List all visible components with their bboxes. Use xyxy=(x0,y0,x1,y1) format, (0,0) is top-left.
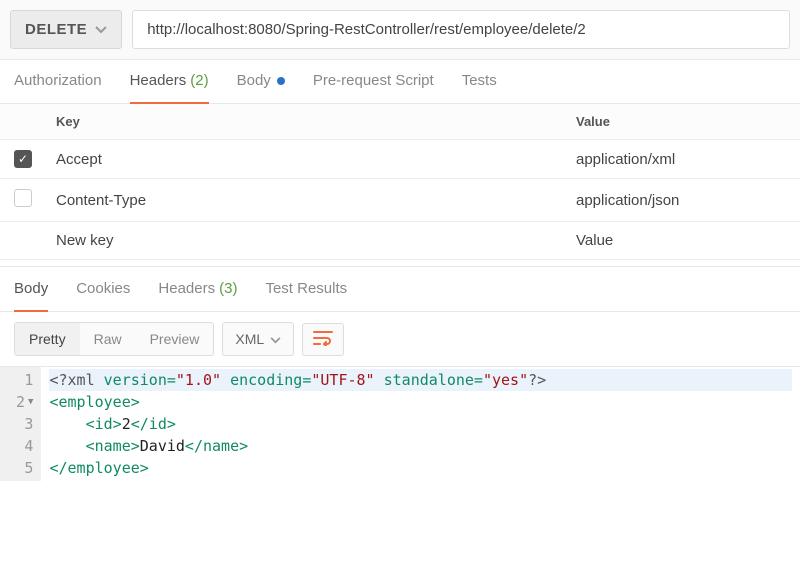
http-method-dropdown[interactable]: DELETE xyxy=(10,10,122,49)
body-dirty-indicator xyxy=(277,77,285,85)
fold-icon[interactable]: ▼ xyxy=(28,391,33,413)
header-value-cell[interactable]: application/json xyxy=(564,179,800,222)
new-key-input[interactable]: New key xyxy=(44,222,564,260)
headers-count-badge: (2) xyxy=(190,72,208,89)
new-value-input[interactable]: Value xyxy=(564,222,800,260)
tab-response-tests[interactable]: Test Results xyxy=(265,266,347,312)
header-key-cell[interactable]: Accept xyxy=(44,140,564,179)
code-line: <?xml version="1.0" encoding="UTF-8" sta… xyxy=(49,369,792,391)
header-row: Content-Type application/json xyxy=(0,179,800,222)
chevron-down-icon xyxy=(95,21,107,38)
tab-tests[interactable]: Tests xyxy=(462,60,497,104)
view-mode-segment: Pretty Raw Preview xyxy=(14,322,214,356)
response-headers-count-badge: (3) xyxy=(219,280,237,297)
header-row-new: New key Value xyxy=(0,222,800,260)
tab-response-headers[interactable]: Headers (3) xyxy=(158,266,237,312)
preview-button[interactable]: Preview xyxy=(136,323,214,355)
code-line: <id>2</id> xyxy=(49,413,792,435)
response-toolbar: Pretty Raw Preview XML xyxy=(0,312,800,367)
tab-response-body[interactable]: Body xyxy=(14,266,48,312)
http-method-label: DELETE xyxy=(25,21,87,38)
raw-button[interactable]: Raw xyxy=(80,323,136,355)
tab-headers[interactable]: Headers (2) xyxy=(130,60,209,104)
url-input[interactable] xyxy=(132,10,790,49)
tab-body[interactable]: Body xyxy=(237,60,285,104)
tab-authorization[interactable]: Authorization xyxy=(14,60,102,104)
format-dropdown[interactable]: XML xyxy=(222,322,294,356)
pretty-button[interactable]: Pretty xyxy=(15,323,80,355)
code-line: </employee> xyxy=(49,457,792,479)
request-bar: DELETE xyxy=(0,0,800,60)
format-label: XML xyxy=(235,331,264,347)
tab-response-cookies[interactable]: Cookies xyxy=(76,266,130,312)
header-enable-checkbox[interactable]: ✓ xyxy=(14,150,32,168)
response-body-viewer[interactable]: 1 2▼ 3 4 5 <?xml version="1.0" encoding=… xyxy=(0,367,800,481)
header-key-cell[interactable]: Content-Type xyxy=(44,179,564,222)
tab-prerequest[interactable]: Pre-request Script xyxy=(313,60,434,104)
header-value-cell[interactable]: application/xml xyxy=(564,140,800,179)
col-checkbox-header xyxy=(0,104,44,140)
col-value-header: Value xyxy=(564,104,800,140)
line-gutter: 1 2▼ 3 4 5 xyxy=(0,367,41,481)
wrap-icon xyxy=(313,330,333,349)
header-enable-checkbox[interactable] xyxy=(14,189,32,207)
wrap-lines-button[interactable] xyxy=(302,323,344,356)
code-source: <?xml version="1.0" encoding="UTF-8" sta… xyxy=(41,367,800,481)
header-row: ✓ Accept application/xml xyxy=(0,140,800,179)
headers-table: Key Value ✓ Accept application/xml Conte… xyxy=(0,104,800,260)
request-tabs: Authorization Headers (2) Body Pre-reque… xyxy=(0,60,800,104)
col-key-header: Key xyxy=(44,104,564,140)
code-line: <employee> xyxy=(49,391,792,413)
response-tabs: Body Cookies Headers (3) Test Results xyxy=(0,266,800,312)
chevron-down-icon xyxy=(270,331,281,347)
code-line: <name>David</name> xyxy=(49,435,792,457)
